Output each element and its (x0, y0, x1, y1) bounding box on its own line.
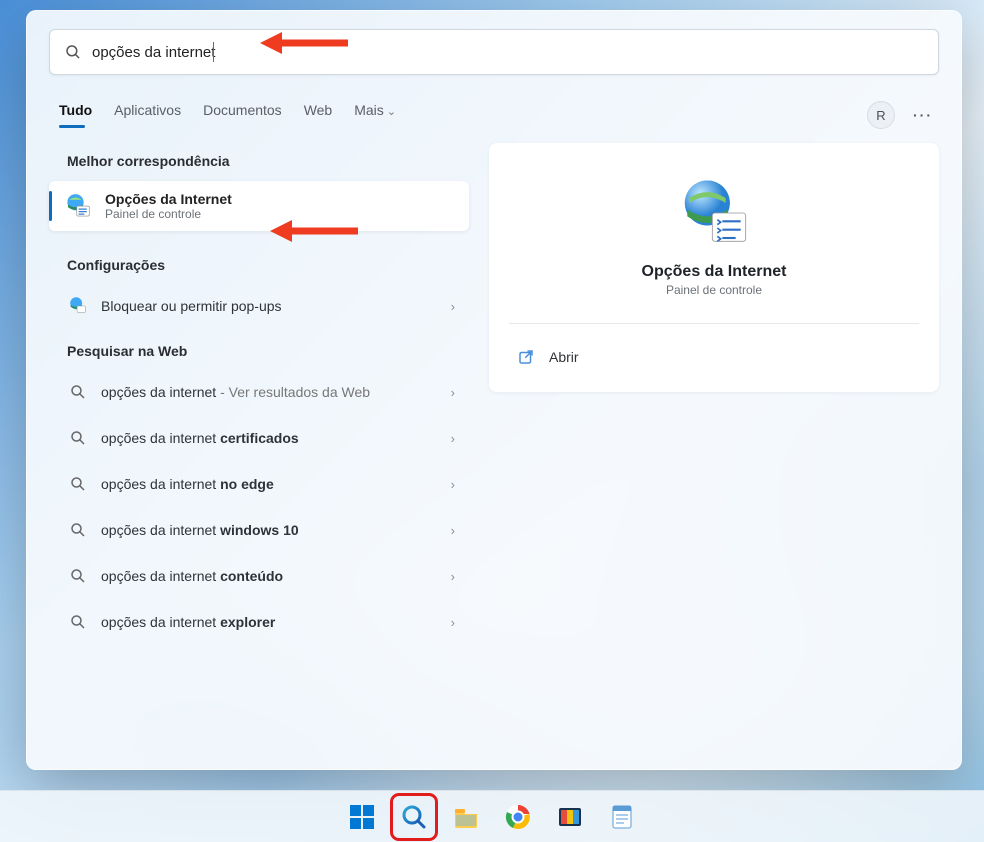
chevron-right-icon: › (451, 523, 455, 538)
chevron-down-icon: ⌄ (387, 106, 396, 118)
more-options-button[interactable]: ··· (913, 107, 933, 123)
chevron-right-icon: › (451, 477, 455, 492)
preview-column: Opções da Internet Painel de controle Ab… (489, 143, 939, 645)
taskbar-chrome-button[interactable] (497, 796, 539, 838)
open-external-icon (517, 348, 535, 366)
preview-title: Opções da Internet (509, 263, 919, 281)
taskbar (0, 790, 984, 842)
settings-item-popups[interactable]: Bloquear ou permitir pop-ups › (49, 283, 469, 329)
taskbar-search-button[interactable] (393, 796, 435, 838)
taskbar-start-button[interactable] (341, 796, 383, 838)
divider (509, 323, 919, 324)
tab-tudo[interactable]: Tudo (59, 102, 92, 128)
notepad-icon (608, 803, 636, 831)
internet-options-large-icon (674, 173, 754, 253)
web-result-3[interactable]: opções da internet windows 10 › (49, 507, 469, 553)
search-text: opções da internet (92, 44, 215, 61)
chevron-right-icon: › (451, 299, 455, 314)
internet-options-icon (63, 191, 93, 221)
chrome-icon (504, 803, 532, 831)
tab-mais[interactable]: Mais⌄ (354, 102, 396, 128)
photos-icon (556, 803, 584, 831)
search-input[interactable] (214, 44, 924, 61)
taskbar-file-explorer-button[interactable] (445, 796, 487, 838)
search-icon (67, 611, 89, 633)
web-result-1[interactable]: opções da internet certificados › (49, 415, 469, 461)
filter-tabs: Tudo Aplicativos Documentos Web Mais⌄ R … (49, 101, 939, 129)
search-icon (67, 381, 89, 403)
best-match-subtitle: Painel de controle (105, 207, 232, 221)
tab-web[interactable]: Web (304, 102, 333, 128)
search-icon (67, 565, 89, 587)
search-icon (67, 473, 89, 495)
search-icon (400, 803, 428, 831)
tab-documentos[interactable]: Documentos (203, 102, 282, 128)
user-avatar[interactable]: R (867, 101, 895, 129)
folder-icon (452, 803, 480, 831)
chevron-right-icon: › (451, 615, 455, 630)
web-result-5[interactable]: opções da internet explorer › (49, 599, 469, 645)
best-match-title: Opções da Internet (105, 191, 232, 207)
taskbar-notepad-button[interactable] (601, 796, 643, 838)
preview-action-open[interactable]: Abrir (509, 336, 919, 378)
chevron-right-icon: › (451, 385, 455, 400)
results-column: Melhor correspondência Opções da Interne… (49, 143, 469, 645)
chevron-right-icon: › (451, 569, 455, 584)
search-icon (64, 43, 82, 61)
section-settings: Configurações (49, 243, 469, 283)
chevron-right-icon: › (451, 431, 455, 446)
windows-start-icon (348, 803, 376, 831)
preview-subtitle: Painel de controle (509, 283, 919, 297)
section-search-web: Pesquisar na Web (49, 329, 469, 369)
section-best-match: Melhor correspondência (49, 143, 469, 179)
tab-aplicativos[interactable]: Aplicativos (114, 102, 181, 128)
search-icon (67, 519, 89, 541)
globe-settings-icon (67, 295, 89, 317)
search-bar[interactable]: opções da internet (49, 29, 939, 75)
search-window: opções da internet Tudo Aplicativos Docu… (26, 10, 962, 770)
best-match-result[interactable]: Opções da Internet Painel de controle (49, 181, 469, 231)
preview-card: Opções da Internet Painel de controle Ab… (489, 143, 939, 392)
web-result-0[interactable]: opções da internet - Ver resultados da W… (49, 369, 469, 415)
web-result-2[interactable]: opções da internet no edge › (49, 461, 469, 507)
search-icon (67, 427, 89, 449)
web-result-4[interactable]: opções da internet conteúdo › (49, 553, 469, 599)
taskbar-photos-button[interactable] (549, 796, 591, 838)
